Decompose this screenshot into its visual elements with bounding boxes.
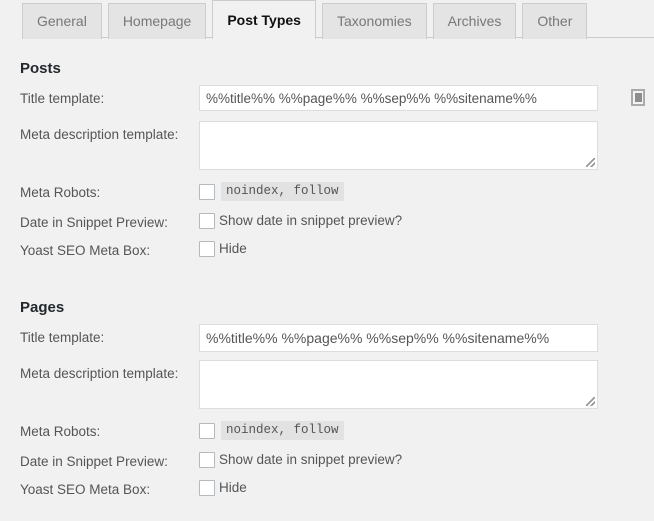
pages-meta-box-checkbox-label[interactable]: Hide [219, 479, 247, 497]
posts-date-snippet-checkbox[interactable] [199, 213, 215, 229]
posts-meta-description-row: Meta description template: [20, 121, 654, 179]
posts-meta-box-checkbox-label[interactable]: Hide [219, 240, 247, 258]
posts-meta-robots-checkbox[interactable] [199, 184, 215, 200]
pages-section-heading: Pages [20, 299, 654, 316]
posts-date-snippet-label: Date in Snippet Preview: [20, 209, 199, 232]
form-autofill-icon[interactable] [631, 89, 645, 106]
pages-meta-robots-control: noindex, follow [199, 418, 654, 440]
pages-meta-robots-field: noindex, follow [199, 418, 654, 440]
posts-meta-description-textarea[interactable] [199, 121, 598, 170]
posts-meta-box-row: Yoast SEO Meta Box: Hide [20, 237, 654, 267]
settings-tab-bar: General Homepage Post Types Taxonomies A… [0, 0, 654, 46]
pages-meta-description-wrapper [199, 360, 598, 409]
posts-title-template-input[interactable] [199, 85, 598, 111]
pages-meta-robots-label: Meta Robots: [20, 418, 199, 441]
pages-date-snippet-checkbox-label[interactable]: Show date in snippet preview? [219, 451, 402, 469]
posts-meta-description-wrapper [199, 121, 598, 170]
tab-homepage[interactable]: Homepage [108, 3, 207, 39]
posts-title-template-label: Title template: [20, 85, 199, 108]
pages-date-snippet-row: Date in Snippet Preview: Show date in sn… [20, 448, 654, 476]
pages-meta-description-textarea[interactable] [199, 360, 598, 409]
tab-other[interactable]: Other [522, 3, 587, 39]
tab-post-types[interactable]: Post Types [212, 0, 316, 39]
pages-section: Pages Title template: Meta description t… [0, 299, 654, 506]
posts-date-snippet-checkbox-label[interactable]: Show date in snippet preview? [219, 212, 402, 230]
posts-meta-description-field [199, 121, 654, 170]
posts-meta-robots-label: Meta Robots: [20, 179, 199, 202]
posts-section: Posts Title template: Meta description t… [0, 60, 654, 267]
pages-meta-robots-checkbox[interactable] [199, 423, 215, 439]
post-types-settings-panel: Posts Title template: Meta description t… [0, 60, 654, 506]
pages-meta-robots-row: Meta Robots: noindex, follow [20, 418, 654, 448]
pages-meta-box-row: Yoast SEO Meta Box: Hide [20, 476, 654, 506]
pages-meta-description-row: Meta description template: [20, 360, 654, 418]
posts-title-template-row: Title template: [20, 85, 654, 121]
tab-list: General Homepage Post Types Taxonomies A… [22, 0, 587, 38]
pages-meta-box-label: Yoast SEO Meta Box: [20, 476, 199, 499]
posts-title-template-field [199, 85, 654, 111]
posts-section-heading: Posts [20, 60, 654, 77]
posts-date-snippet-control: Show date in snippet preview? [199, 209, 654, 230]
tab-taxonomies[interactable]: Taxonomies [322, 3, 427, 39]
pages-meta-robots-checkbox-label[interactable]: noindex, follow [221, 421, 344, 440]
pages-meta-description-field [199, 360, 654, 409]
posts-meta-box-field: Hide [199, 237, 654, 258]
pages-title-template-row: Title template: [20, 324, 654, 360]
pages-date-snippet-checkbox[interactable] [199, 452, 215, 468]
posts-date-snippet-row: Date in Snippet Preview: Show date in sn… [20, 209, 654, 237]
pages-title-template-label: Title template: [20, 324, 199, 347]
posts-meta-robots-checkbox-label[interactable]: noindex, follow [221, 182, 344, 201]
posts-meta-box-checkbox[interactable] [199, 241, 215, 257]
posts-meta-box-label: Yoast SEO Meta Box: [20, 237, 199, 260]
posts-meta-description-label: Meta description template: [20, 121, 199, 144]
tab-general[interactable]: General [22, 3, 102, 39]
pages-meta-description-label: Meta description template: [20, 360, 199, 383]
pages-title-template-field [199, 324, 654, 352]
pages-date-snippet-label: Date in Snippet Preview: [20, 448, 199, 471]
pages-meta-box-field: Hide [199, 476, 654, 497]
pages-title-template-input[interactable] [199, 324, 598, 352]
posts-date-snippet-field: Show date in snippet preview? [199, 209, 654, 230]
pages-meta-box-control: Hide [199, 476, 654, 497]
posts-meta-box-control: Hide [199, 237, 654, 258]
posts-meta-robots-control: noindex, follow [199, 179, 654, 201]
posts-meta-robots-field: noindex, follow [199, 179, 654, 201]
pages-date-snippet-control: Show date in snippet preview? [199, 448, 654, 469]
pages-meta-box-checkbox[interactable] [199, 480, 215, 496]
posts-meta-robots-row: Meta Robots: noindex, follow [20, 179, 654, 209]
pages-date-snippet-field: Show date in snippet preview? [199, 448, 654, 469]
tab-archives[interactable]: Archives [433, 3, 517, 39]
